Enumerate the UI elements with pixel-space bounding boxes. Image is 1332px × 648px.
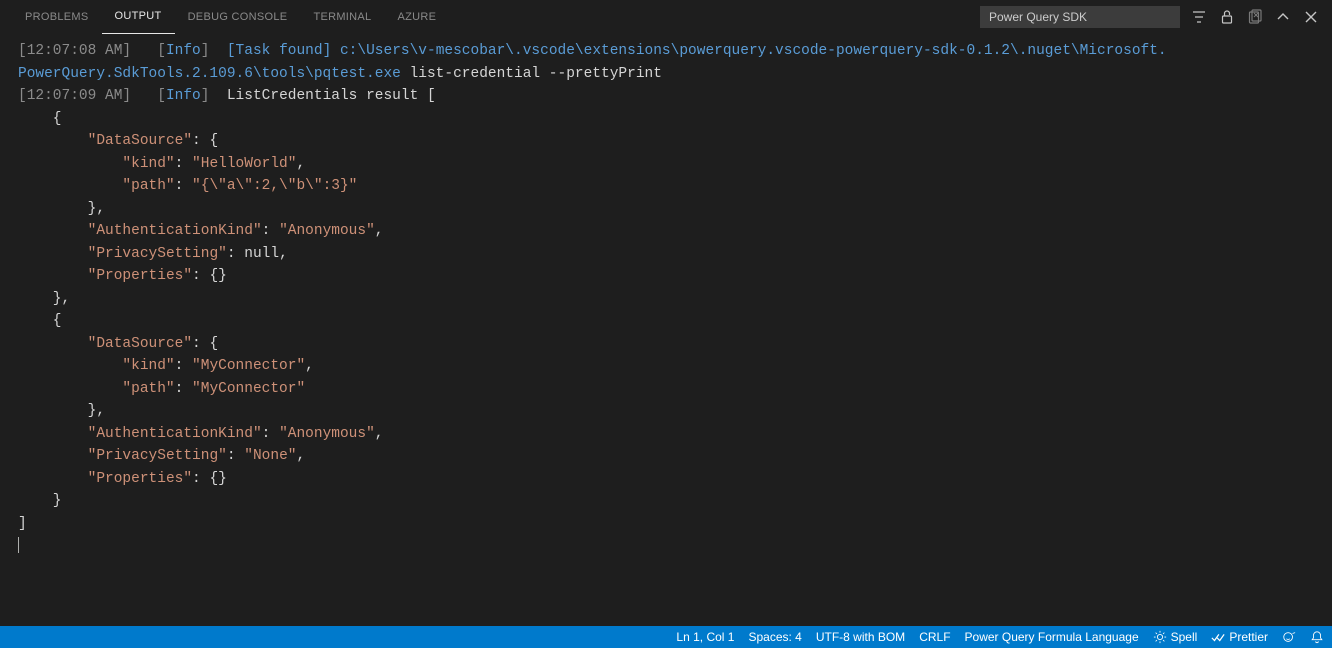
status-feedback-icon[interactable] bbox=[1282, 630, 1296, 644]
panel-actions: Power Query SDK bbox=[980, 6, 1320, 28]
panel-tabs: PROBLEMS OUTPUT DEBUG CONSOLE TERMINAL A… bbox=[0, 0, 1332, 34]
tab-output[interactable]: OUTPUT bbox=[102, 0, 175, 34]
tab-terminal[interactable]: TERMINAL bbox=[300, 0, 384, 34]
status-eol[interactable]: CRLF bbox=[919, 630, 950, 644]
filter-icon[interactable] bbox=[1190, 8, 1208, 26]
output-channel-dropdown[interactable]: Power Query SDK bbox=[980, 6, 1180, 28]
status-bar: Ln 1, Col 1 Spaces: 4 UTF-8 with BOM CRL… bbox=[0, 626, 1332, 648]
status-prettier[interactable]: Prettier bbox=[1211, 630, 1268, 644]
status-language[interactable]: Power Query Formula Language bbox=[965, 630, 1139, 644]
lock-icon[interactable] bbox=[1218, 8, 1236, 26]
status-spell[interactable]: Spell bbox=[1153, 630, 1198, 644]
status-position[interactable]: Ln 1, Col 1 bbox=[676, 630, 734, 644]
clear-output-icon[interactable] bbox=[1246, 8, 1264, 26]
chevron-up-icon[interactable] bbox=[1274, 8, 1292, 26]
close-icon[interactable] bbox=[1302, 8, 1320, 26]
dropdown-label: Power Query SDK bbox=[989, 10, 1087, 24]
status-bell-icon[interactable] bbox=[1310, 630, 1324, 644]
gear-icon bbox=[1153, 630, 1167, 644]
status-spaces[interactable]: Spaces: 4 bbox=[748, 630, 801, 644]
status-encoding[interactable]: UTF-8 with BOM bbox=[816, 630, 905, 644]
tab-problems[interactable]: PROBLEMS bbox=[12, 0, 102, 34]
check-double-icon bbox=[1211, 630, 1225, 644]
output-content[interactable]: [12:07:08 AM] [Info] [Task found] c:\Use… bbox=[0, 34, 1332, 564]
tab-debug-console[interactable]: DEBUG CONSOLE bbox=[175, 0, 301, 34]
tab-azure[interactable]: AZURE bbox=[384, 0, 449, 34]
